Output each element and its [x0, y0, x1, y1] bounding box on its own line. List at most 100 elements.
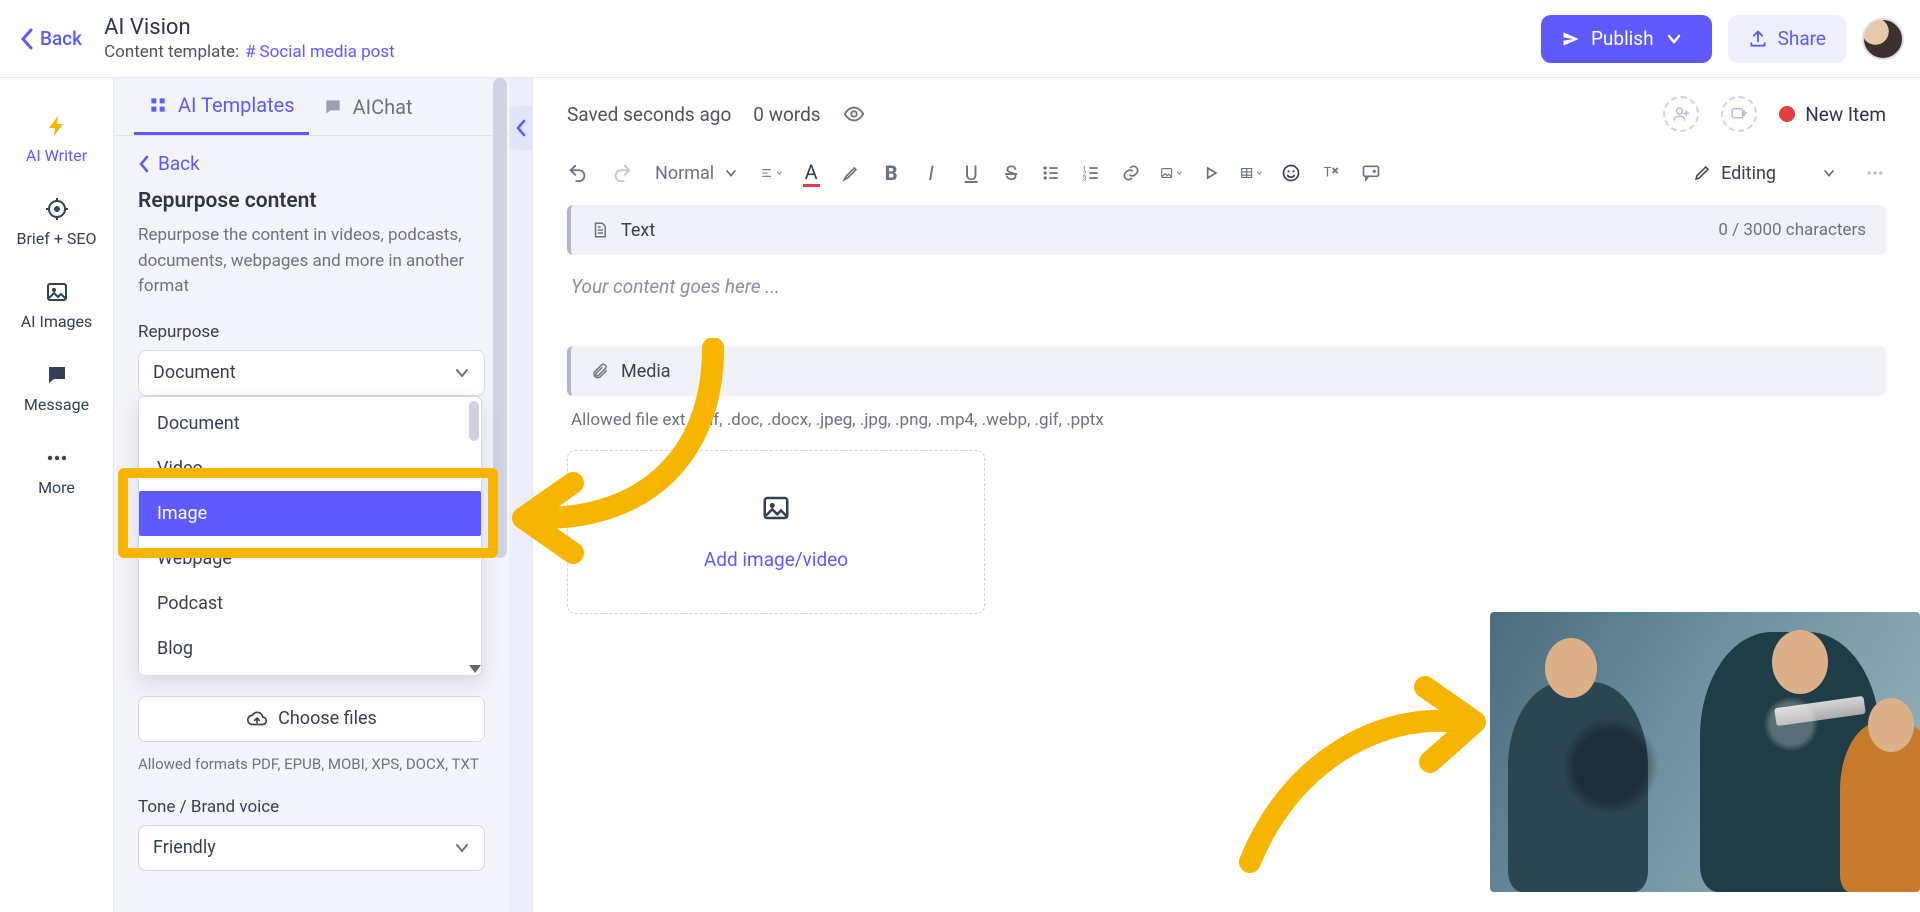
- eye-icon[interactable]: [843, 103, 865, 125]
- tone-label: Tone / Brand voice: [138, 797, 485, 817]
- dropdown-option-video[interactable]: Video: [139, 446, 481, 491]
- chevron-down-icon: [724, 166, 738, 180]
- dots-icon: [45, 446, 69, 470]
- chevron-down-icon: [1822, 166, 1836, 180]
- more-button[interactable]: [1864, 162, 1886, 184]
- item-status[interactable]: New Item: [1779, 103, 1886, 126]
- panel-scrollbar[interactable]: [493, 78, 507, 912]
- upload-dropzone[interactable]: Add image/video: [567, 450, 985, 614]
- chevron-down-icon: [1176, 168, 1183, 178]
- dropdown-option-image[interactable]: Image: [139, 491, 481, 536]
- tab-ai-chat[interactable]: AIChat: [309, 78, 427, 135]
- dropdown-option-podcast[interactable]: Podcast: [139, 581, 481, 626]
- dropdown-option-document[interactable]: Document: [139, 401, 481, 446]
- editor-area: Saved seconds ago 0 words New Item Norma…: [533, 78, 1920, 912]
- redo-button[interactable]: [611, 162, 633, 184]
- ordered-list-button[interactable]: 123: [1080, 162, 1102, 184]
- tab-label: AI Templates: [178, 93, 295, 117]
- media-block-label: Media: [621, 361, 671, 382]
- publish-button[interactable]: Publish: [1541, 15, 1712, 63]
- tone-select[interactable]: Friendly: [138, 825, 485, 871]
- templates-icon: [148, 95, 168, 115]
- repurpose-select[interactable]: Document: [138, 350, 485, 396]
- emoji-button[interactable]: [1280, 162, 1302, 184]
- add-collaborator-button[interactable]: [1663, 96, 1699, 132]
- template-link[interactable]: # Social media post: [245, 42, 395, 62]
- pencil-icon: [1693, 164, 1711, 182]
- toolbar: Normal A B I U S 123 T: [567, 154, 1886, 205]
- table-button[interactable]: [1240, 162, 1262, 184]
- preview-image: [1490, 612, 1920, 892]
- main-row: AI Writer Brief + SEO AI Images Message …: [0, 78, 1920, 912]
- chevron-down-icon: [776, 168, 783, 178]
- comment-button[interactable]: [1360, 162, 1382, 184]
- panel-back-button[interactable]: Back: [138, 152, 485, 175]
- svg-text:T: T: [1324, 165, 1332, 180]
- tab-ai-templates[interactable]: AI Templates: [134, 78, 309, 135]
- subtitle: Content template: # Social media post: [104, 42, 395, 62]
- image-button[interactable]: [1160, 162, 1182, 184]
- left-rail: AI Writer Brief + SEO AI Images Message …: [0, 78, 114, 912]
- dropdown-option-webpage[interactable]: Webpage: [139, 536, 481, 581]
- tone-value: Friendly: [153, 837, 216, 858]
- add-media-button[interactable]: [1721, 96, 1757, 132]
- undo-button[interactable]: [567, 162, 589, 184]
- side-panel: AI Templates AIChat Back Repurpose conte…: [114, 78, 509, 912]
- chevron-down-icon: [1256, 168, 1263, 178]
- underline-button[interactable]: U: [960, 162, 982, 184]
- rail-label: AI Writer: [26, 146, 87, 165]
- align-button[interactable]: [760, 162, 782, 184]
- collapse-button[interactable]: [510, 106, 532, 150]
- dropdown-scrollbar[interactable]: [469, 401, 479, 441]
- cloud-upload-icon: [246, 708, 268, 730]
- chevron-left-icon: [515, 119, 527, 137]
- mode-label: Editing: [1721, 163, 1776, 184]
- share-button[interactable]: Share: [1728, 15, 1846, 63]
- media-block-header[interactable]: Media: [567, 346, 1886, 396]
- clear-format-button[interactable]: T: [1320, 162, 1342, 184]
- chevron-down-icon: [454, 365, 470, 381]
- text-block-header[interactable]: Text 0 / 3000 characters: [567, 205, 1886, 255]
- back-button[interactable]: Back: [20, 27, 82, 50]
- rail-more[interactable]: More: [0, 430, 113, 513]
- top-right-actions: Publish Share: [1541, 15, 1904, 63]
- strike-button[interactable]: S: [1000, 162, 1022, 184]
- rail-label: Brief + SEO: [17, 229, 97, 248]
- upload-label: Add image/video: [704, 548, 848, 571]
- share-label: Share: [1778, 27, 1826, 50]
- link-button[interactable]: [1120, 162, 1142, 184]
- text-color-button[interactable]: A: [800, 162, 822, 184]
- dropdown-option-blog[interactable]: Blog: [139, 626, 481, 671]
- page-title: AI Vision: [104, 15, 395, 40]
- chat-icon: [323, 97, 343, 117]
- word-count: 0 words: [753, 103, 820, 126]
- bullet-list-button[interactable]: [1040, 162, 1062, 184]
- rail-label: Message: [24, 395, 89, 414]
- italic-button[interactable]: I: [920, 162, 942, 184]
- media-formats-note: Allowed file ext .pdf, .doc, .docx, .jpe…: [567, 396, 1886, 450]
- svg-text:3: 3: [1083, 175, 1087, 183]
- upload-icon: [1748, 29, 1768, 49]
- status-dot-icon: [1779, 106, 1795, 122]
- highlight-button[interactable]: [840, 162, 862, 184]
- dropdown-scroll-down-icon[interactable]: [469, 665, 481, 673]
- title-column: AI Vision Content template: # Social med…: [104, 15, 395, 62]
- rail-brief-seo[interactable]: Brief + SEO: [0, 181, 113, 264]
- text-input[interactable]: Your content goes here ...: [567, 255, 1886, 346]
- panel-description: Repurpose the content in videos, podcast…: [138, 223, 485, 300]
- rail-label: AI Images: [21, 312, 93, 331]
- top-bar: Back AI Vision Content template: # Socia…: [0, 0, 1920, 78]
- rail-ai-images[interactable]: AI Images: [0, 264, 113, 347]
- annotation-arrow-right: [1230, 662, 1490, 882]
- editing-mode-select[interactable]: Editing: [1693, 162, 1886, 184]
- rail-ai-writer[interactable]: AI Writer: [0, 98, 113, 181]
- paragraph-style-select[interactable]: Normal: [655, 163, 738, 184]
- choose-files-button[interactable]: Choose files: [138, 696, 485, 742]
- bold-button[interactable]: B: [880, 162, 902, 184]
- text-counter: 0 / 3000 characters: [1718, 220, 1866, 240]
- avatar[interactable]: [1862, 18, 1904, 60]
- video-button[interactable]: [1200, 162, 1222, 184]
- rail-label: More: [38, 478, 75, 497]
- rail-message[interactable]: Message: [0, 347, 113, 430]
- panel-heading: Repurpose content: [138, 189, 485, 213]
